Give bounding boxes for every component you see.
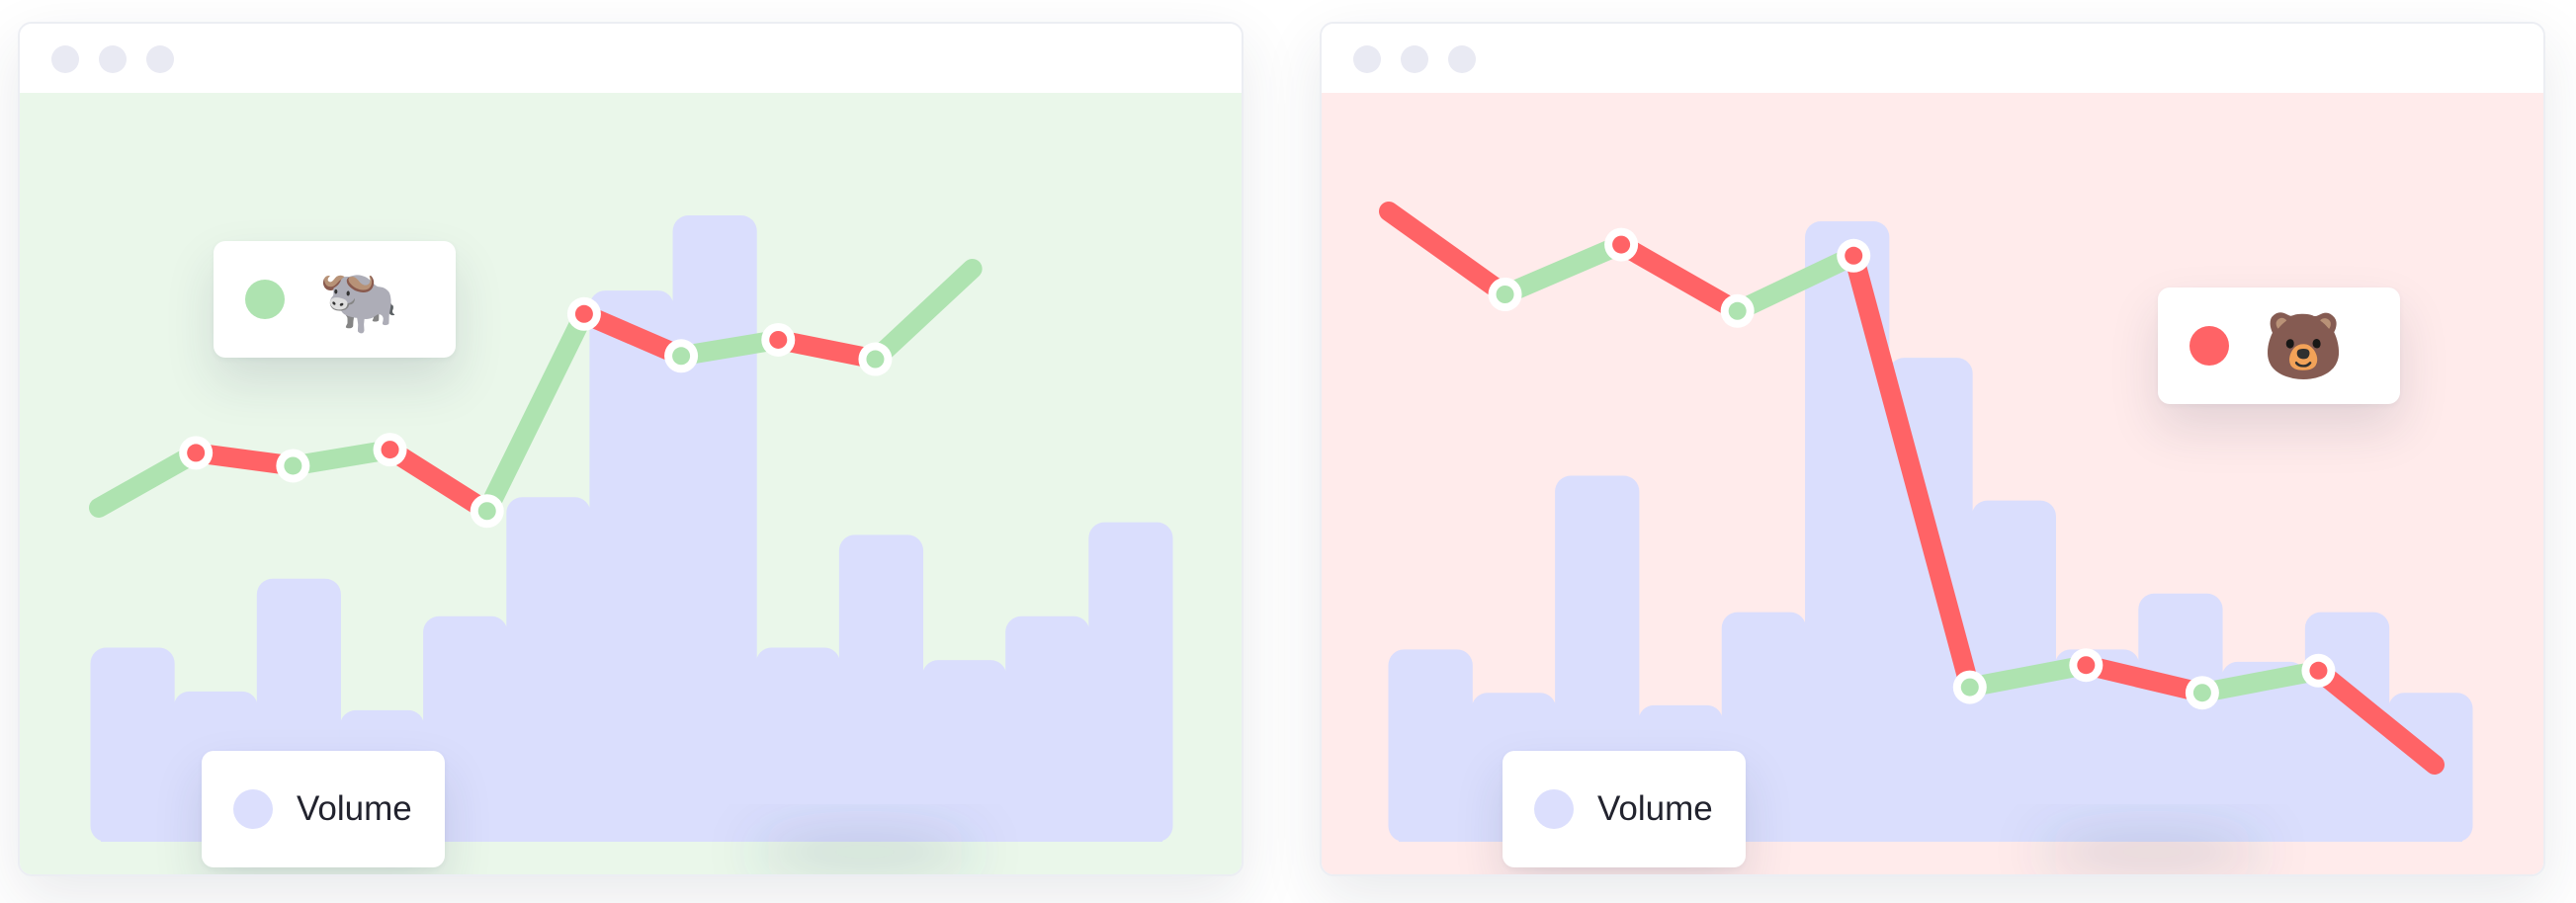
volume-legend-card: Volume <box>1503 751 1746 867</box>
volume-legend-dot <box>1534 789 1574 829</box>
price-marker <box>2309 661 2328 680</box>
window-titlebar <box>1322 24 2543 93</box>
window-control-dot[interactable] <box>99 45 127 73</box>
window-control-dot[interactable] <box>146 45 174 73</box>
bear-face-icon: 🐻 <box>2263 309 2345 382</box>
price-marker <box>2077 656 2096 675</box>
shadow <box>2038 828 2266 874</box>
water-buffalo-icon: 🐃 <box>318 263 400 336</box>
bear-market-window: 🐻 Volume <box>1320 22 2545 876</box>
price-marker <box>381 441 399 459</box>
bull-legend-dot <box>245 280 285 319</box>
price-marker <box>769 330 788 349</box>
price-marker <box>574 304 593 323</box>
window-control-dot[interactable] <box>1353 45 1381 73</box>
bull-legend-card: 🐃 <box>214 241 456 358</box>
price-marker <box>187 444 206 462</box>
price-marker <box>2192 684 2211 702</box>
window-control-dot[interactable] <box>1401 45 1428 73</box>
volume-legend-dot <box>233 789 273 829</box>
price-marker <box>284 456 302 475</box>
volume-legend-card: Volume <box>202 751 445 867</box>
price-marker <box>672 347 691 366</box>
window-titlebar <box>20 24 1242 93</box>
volume-bar <box>589 290 674 842</box>
volume-legend-label: Volume <box>297 789 412 828</box>
bull-market-window: 🐃 Volume <box>18 22 1244 876</box>
volume-legend-label: Volume <box>1597 789 1713 828</box>
volume-bar <box>838 534 924 842</box>
price-marker <box>866 350 885 369</box>
price-marker <box>477 502 496 521</box>
price-marker <box>1728 301 1747 320</box>
price-marker <box>1612 235 1631 254</box>
shadow <box>751 828 979 874</box>
volume-bar <box>672 215 757 842</box>
bear-legend-card: 🐻 <box>2158 287 2400 404</box>
window-control-dot[interactable] <box>51 45 79 73</box>
bear-chart-area: 🐻 Volume <box>1322 93 2543 874</box>
volume-bar <box>506 497 591 842</box>
window-control-dot[interactable] <box>1448 45 1476 73</box>
bear-legend-dot <box>2190 326 2229 366</box>
bull-chart-area: 🐃 Volume <box>20 93 1242 874</box>
price-marker <box>1960 678 1979 697</box>
volume-bar <box>1088 522 1173 842</box>
price-marker <box>1496 286 1514 303</box>
price-marker <box>1845 246 1863 265</box>
